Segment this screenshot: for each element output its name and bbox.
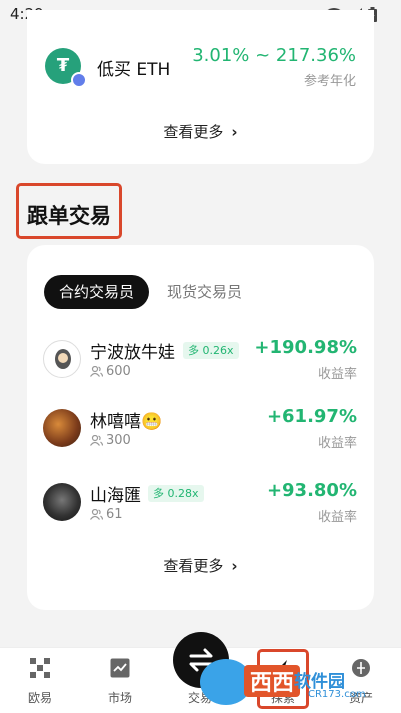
trader-name: 宁波放牛娃 [90,343,175,363]
watermark-text: 西西 [244,665,301,697]
pnl-label: 收益率 [317,436,357,451]
apy-label: 参考年化 [303,74,356,89]
followers-value: 61 [106,507,123,522]
chevron-right-icon: › [231,123,238,141]
leverage-badge: 多 0.28x [148,485,204,502]
trader-row[interactable]: 林嘻嘻😬 300 +61.97% 收益率 [27,406,374,467]
avatar [43,483,81,521]
okx-logo-icon [30,658,50,678]
followers-value: 600 [106,364,131,379]
section-title: 跟单交易 [27,204,111,228]
followers-count: 61 [90,507,123,522]
trader-name: 林嘻嘻😬 [90,412,163,432]
followers-value: 300 [106,433,131,448]
view-more-earn-link[interactable]: 查看更多 › [27,121,374,142]
pnl-value: +93.80% [266,480,357,501]
eth-badge-icon [71,72,87,88]
avatar [43,409,81,447]
nav-label: 欧易 [27,691,52,705]
users-icon [90,435,103,446]
leverage-badge: 多 0.26x [183,342,239,359]
trader-row[interactable]: 宁波放牛娃 多 0.26x 600 +190.98% 收益率 [27,337,374,398]
trader-name: 山海匯 [90,486,141,506]
copy-trading-card: 合约交易员 现货交易员 宁波放牛娃 多 0.26x 600 +190.98% 收… [27,245,374,610]
view-more-label: 查看更多 [163,123,224,141]
chart-icon [110,658,130,678]
tab-spot-traders[interactable]: 现货交易员 [167,275,242,309]
watermark-url: CR173.com [308,689,366,700]
chevron-right-icon: › [231,557,238,575]
tab-futures-traders[interactable]: 合约交易员 [44,275,149,309]
followers-count: 300 [90,433,131,448]
followers-count: 600 [90,364,131,379]
users-icon [90,509,103,520]
watermark: 西西 软件园 CR173.com [200,657,382,707]
pnl-label: 收益率 [317,367,357,382]
earn-product-card[interactable]: ₮ 低买 ETH 3.01% ~ 217.36% 参考年化 查看更多 › [27,10,374,164]
nav-market[interactable]: 市场 [80,648,160,713]
apy-range: 3.01% ~ 217.36% [192,45,356,66]
view-more-traders-link[interactable]: 查看更多 › [27,555,374,576]
avatar [43,340,81,378]
nav-label: 市场 [107,691,132,705]
pnl-value: +61.97% [266,406,357,427]
pnl-value: +190.98% [254,337,357,358]
pnl-label: 收益率 [317,510,357,525]
nav-okx[interactable]: 欧易 [0,648,80,713]
trader-row[interactable]: 山海匯 多 0.28x 61 +93.80% 收益率 [27,480,374,541]
section-title-box: 跟单交易 [16,183,122,239]
view-more-label: 查看更多 [163,557,224,575]
users-icon [90,366,103,377]
product-name: 低买 ETH [97,60,171,80]
